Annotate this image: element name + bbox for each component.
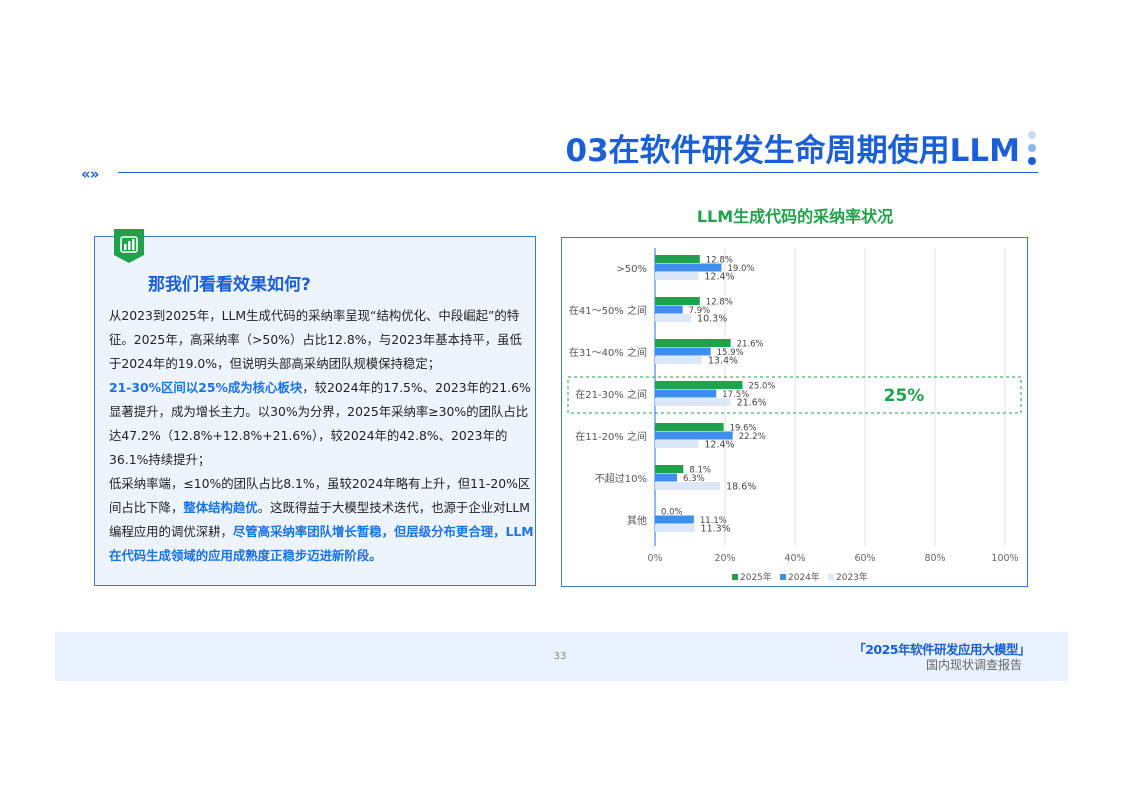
- x-tick-label: 100%: [991, 553, 1018, 564]
- data-label: 13.4%: [708, 356, 738, 367]
- data-label: 18.6%: [726, 482, 756, 493]
- bar-2024年: [655, 305, 683, 314]
- dot: [1028, 144, 1036, 152]
- card-heading: 那我们看看效果如何?: [148, 275, 311, 295]
- paragraph-2: 21-30%区间以25%成为核心板块，较2024年的17.5%、2023年的21…: [109, 376, 534, 472]
- bar-2024年: [655, 515, 694, 524]
- category-label: 其他: [627, 514, 647, 527]
- dot: [1028, 157, 1036, 165]
- category-label: 在21-30% 之间: [575, 388, 647, 401]
- bar-2023年: [655, 356, 702, 364]
- data-label: 22.2%: [739, 432, 766, 442]
- highlight-label: 25%: [884, 386, 925, 406]
- legend-label: 2025年: [740, 571, 772, 583]
- x-tick-label: 0%: [647, 553, 662, 564]
- category-label: >50%: [616, 264, 647, 275]
- bar-2023年: [655, 440, 699, 448]
- bar-2024年: [655, 347, 711, 356]
- bar-2025年: [655, 297, 700, 305]
- legend-label: 2024年: [788, 571, 820, 583]
- category-label: 不超过10%: [595, 472, 647, 485]
- bar-2024年: [655, 473, 678, 482]
- data-label: 12.4%: [704, 440, 734, 451]
- category-label: 在11-20% 之间: [575, 430, 647, 443]
- paragraph-1: 从2023到2025年，LLM生成代码的采纳率呈现“结构优化、中段崛起”的特征。…: [109, 308, 522, 371]
- legend-label: 2023年: [836, 571, 868, 583]
- highlight-text: 整体结构趋优: [183, 500, 258, 515]
- x-tick-label: 60%: [854, 553, 875, 564]
- bar-2023年: [655, 524, 695, 532]
- x-tick-label: 20%: [714, 553, 735, 564]
- data-label: 25.0%: [749, 382, 776, 392]
- highlight-text: 21-30%区间以25%成为核心板块: [109, 380, 303, 395]
- bar-2024年: [655, 431, 733, 440]
- bar-2023年: [655, 272, 699, 280]
- page-title: 03在软件研发生命周期使用LLM: [565, 133, 1021, 169]
- chevron-icon: «»: [81, 165, 99, 183]
- bar-2024年: [655, 263, 722, 272]
- data-label: 21.6%: [737, 398, 767, 409]
- decorative-dots: [1026, 131, 1038, 171]
- chart-panel: 0% 20% 40% 60% 80% 100% >50% 12.8% 19.0% 12.4% 在41…: [561, 237, 1028, 587]
- category-label: 在41～50% 之间: [569, 304, 647, 317]
- category-label: 在31～40% 之间: [569, 346, 647, 359]
- legend-swatch: [732, 574, 738, 580]
- bar-2024年: [655, 389, 717, 398]
- chart-title: LLM生成代码的采纳率状况: [696, 207, 894, 226]
- bar-2023年: [655, 314, 692, 322]
- bar-2023年: [655, 398, 731, 406]
- legend-swatch: [780, 574, 786, 580]
- bar-chart: 0% 20% 40% 60% 80% 100%>50%12.8%19.0%12.4%在41…: [567, 248, 1022, 583]
- data-label: 10.3%: [697, 314, 727, 325]
- data-label: 11.3%: [701, 524, 731, 535]
- dot: [1028, 131, 1036, 139]
- bar-2025年: [655, 465, 684, 473]
- bar-2023年: [655, 482, 721, 490]
- report-subtitle: 国内现状调查报告: [925, 658, 1022, 672]
- legend-swatch: [828, 574, 834, 580]
- page-number: 33: [553, 651, 567, 662]
- bar-2025年: [655, 423, 724, 431]
- bar-2025年: [655, 339, 731, 347]
- x-tick-label: 80%: [924, 553, 945, 564]
- x-tick-label: 40%: [784, 553, 805, 564]
- header-divider: [118, 172, 1038, 173]
- bar-chart-icon: [114, 229, 144, 263]
- bar-2025年: [655, 255, 700, 263]
- bar-2025年: [655, 381, 743, 389]
- paragraph-3: 低采纳率端，≤10%的团队占比8.1%，虽较2024年略有上升，但11-20%区…: [109, 472, 534, 568]
- data-label: 12.4%: [704, 272, 734, 283]
